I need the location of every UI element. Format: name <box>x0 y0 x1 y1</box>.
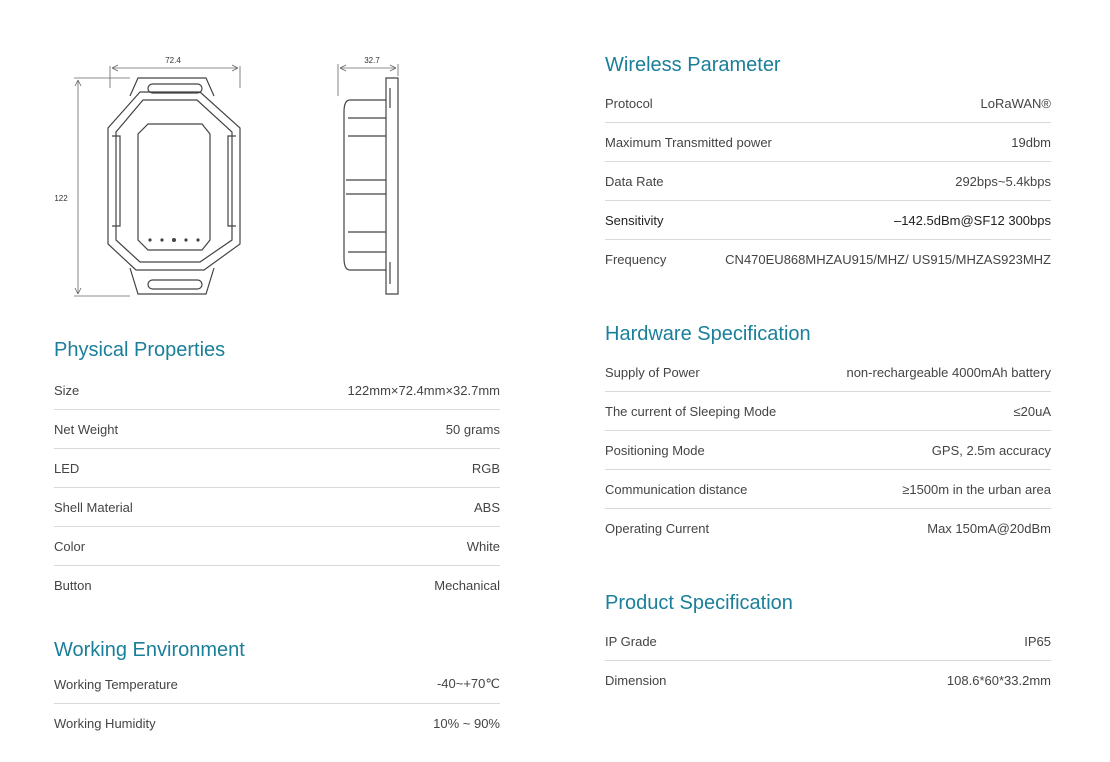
spec-value: Mechanical <box>434 577 500 593</box>
spec-row: Working Humidity 10% ~ 90% <box>54 704 500 742</box>
spec-label: Color <box>54 538 86 554</box>
spec-row: Dimension 108.6*60*33.2mm <box>605 661 1051 699</box>
side-view-outline <box>343 77 399 295</box>
spec-value: ≤20uA <box>1013 403 1052 419</box>
spec-label: Communication distance <box>605 481 748 497</box>
spec-label: Sensitivity <box>605 212 664 228</box>
spec-value: 19dbm <box>1011 134 1051 150</box>
spec-value: White <box>466 538 500 554</box>
spec-label: Operating Current <box>605 520 710 536</box>
bottom-mount-ear <box>129 267 215 295</box>
spec-label: Net Weight <box>54 421 119 437</box>
product-specification-section: Product Specification IP Grade IP65 Dimen… <box>605 590 1051 699</box>
spec-value: RGB <box>471 460 500 476</box>
spec-value: 122mm×72.4mm×32.7mm <box>347 382 500 398</box>
spec-label: Working Temperature <box>54 676 178 692</box>
spec-value: 108.6*60*33.2mm <box>946 672 1051 688</box>
spec-label: Protocol <box>605 95 653 111</box>
spec-label: LED <box>54 460 80 476</box>
spec-value: LoRaWAN® <box>980 95 1051 111</box>
spec-label: Working Humidity <box>54 715 156 731</box>
led-dot <box>172 238 176 242</box>
spec-label: The current of Sleeping Mode <box>605 403 777 419</box>
spec-row: IP Grade IP65 <box>605 622 1051 661</box>
spec-label: Dimension <box>605 672 667 688</box>
spec-value: non-rechargeable 4000mAh battery <box>846 364 1051 380</box>
section-title: Product Specification <box>605 592 793 614</box>
spec-row: Maximum Transmitted power 19dbm <box>605 123 1051 162</box>
spec-row: Data Rate 292bps~5.4kbps <box>605 162 1051 201</box>
spec-label: Supply of Power <box>605 364 700 380</box>
spec-row: Shell Material ABS <box>54 488 500 527</box>
spec-row: Working Temperature -40~+70℃ <box>54 665 500 704</box>
spec-label: IP Grade <box>605 633 657 649</box>
spec-row: The current of Sleeping Mode ≤20uA <box>605 392 1051 431</box>
spec-value: IP65 <box>1024 633 1051 649</box>
wireless-parameter-section: Wireless Parameter Protocol LoRaWAN® Maxi… <box>605 52 1051 278</box>
spec-label: Size <box>54 382 80 398</box>
spec-label: Button <box>54 577 92 593</box>
hardware-specification-section: Hardware Specification Supply of Power no… <box>605 321 1051 547</box>
section-title: Working Environment <box>54 639 245 661</box>
spec-label: Maximum Transmitted power <box>605 134 772 150</box>
spec-value: CN470EU868MHZAU915/MHZ/ US915/MHZAS923MH… <box>725 251 1051 267</box>
spec-row: Supply of Power non-rechargeable 4000mAh … <box>605 353 1051 392</box>
spec-value: 50 grams <box>445 421 500 437</box>
spec-value: -40~+70℃ <box>436 676 500 691</box>
spec-label: Shell Material <box>54 499 133 515</box>
dim-depth-label: 32.7 <box>364 56 380 65</box>
section-title: Physical Properties <box>54 339 226 361</box>
spec-row: Communication distance ≥1500m in the urba… <box>605 470 1051 509</box>
spec-value: ABS <box>473 499 500 515</box>
spec-row: Protocol LoRaWAN® <box>605 84 1051 123</box>
spec-value: 292bps~5.4kbps <box>955 173 1051 189</box>
device-dimension-drawing: 72.4 122 32.7 <box>54 56 399 297</box>
spec-row: Net Weight 50 grams <box>54 410 500 449</box>
spec-row: Color White <box>54 527 500 566</box>
led-dot <box>148 238 152 242</box>
spec-row: Operating Current Max 150mA@20dBm <box>605 509 1051 547</box>
spec-row: Button Mechanical <box>54 566 500 604</box>
dim-height-label: 122 <box>54 194 68 203</box>
led-dot <box>160 238 164 242</box>
physical-properties-section: Physical Properties Size 122mm×72.4mm×32.… <box>54 337 500 604</box>
spec-label: Data Rate <box>605 173 664 189</box>
led-dot <box>184 238 188 242</box>
section-title: Wireless Parameter <box>605 54 781 76</box>
spec-value: GPS, 2.5m accuracy <box>931 442 1051 458</box>
spec-value: 10% ~ 90% <box>433 715 500 731</box>
spec-row: Frequency CN470EU868MHZAU915/MHZ/ US915/M… <box>605 240 1051 278</box>
spec-value: –142.5dBm@SF12 300bps <box>893 212 1051 228</box>
spec-label: Frequency <box>605 251 667 267</box>
section-title: Hardware Specification <box>605 323 811 345</box>
spec-row: Positioning Mode GPS, 2.5m accuracy <box>605 431 1051 470</box>
spec-row: Sensitivity –142.5dBm@SF12 300bps <box>605 201 1051 240</box>
working-environment-section: Working Environment Working Temperature -… <box>54 637 500 742</box>
spec-value: Max 150mA@20dBm <box>927 520 1051 536</box>
front-panel <box>137 123 211 251</box>
spec-label: Positioning Mode <box>605 442 705 458</box>
led-dot <box>196 238 200 242</box>
dim-width-label: 72.4 <box>165 56 181 65</box>
spec-row: Size 122mm×72.4mm×32.7mm <box>54 371 500 410</box>
spec-value: ≥1500m in the urban area <box>902 481 1051 497</box>
spec-row: LED RGB <box>54 449 500 488</box>
